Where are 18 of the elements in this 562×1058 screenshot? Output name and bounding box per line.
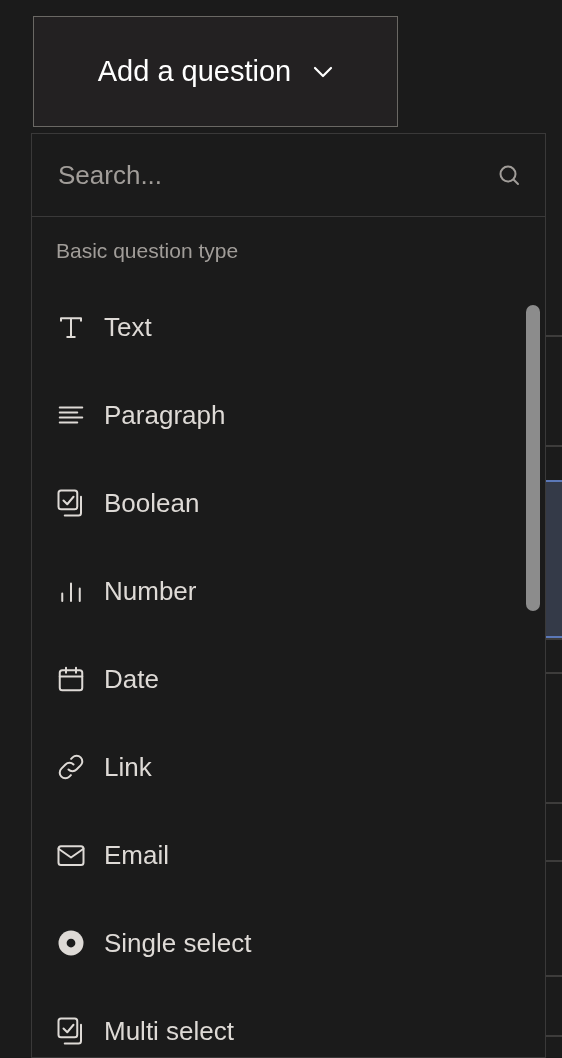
menu-item[interactable]: Number [32,547,545,635]
section-heading: Basic question type [56,239,239,262]
scrollbar-thumb[interactable] [526,305,540,611]
add-question-button[interactable]: Add a question [33,16,398,127]
menu-item[interactable]: Text [32,283,545,371]
menu-item[interactable]: Boolean [32,459,545,547]
menu-item[interactable]: Multi select [32,987,545,1057]
menu-item[interactable]: Paragraph [32,371,545,459]
search-icon [497,163,521,187]
calendar-icon [56,664,86,694]
menu-item[interactable]: Date [32,635,545,723]
radio-icon [56,928,86,958]
link-icon [56,752,86,782]
menu-item[interactable]: Single select [32,899,545,987]
search-field[interactable]: Search... [56,154,497,196]
menu-item[interactable]: Link [32,723,545,811]
chevron-down-icon [313,65,334,78]
menu-item[interactable]: Email [32,811,545,899]
